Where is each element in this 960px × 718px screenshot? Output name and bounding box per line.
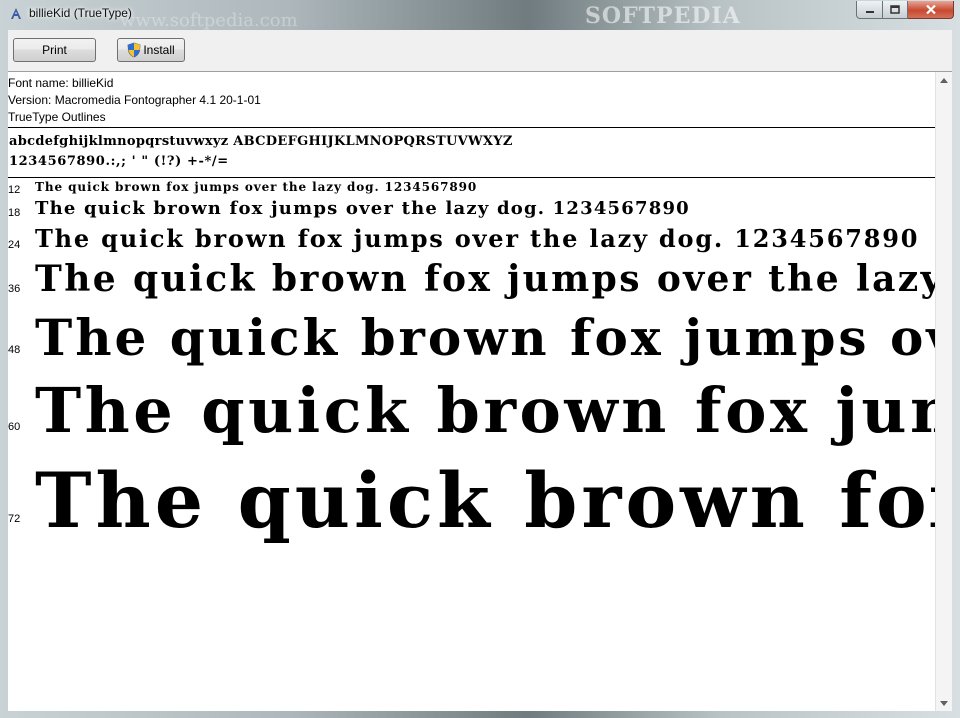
charset-digits-symbols: 1234567890.:,; ' " (!?) +-*/= [9, 154, 229, 169]
scroll-down-button[interactable] [936, 695, 952, 711]
app-window: billieKid (TrueType) www.softpedia.com S… [0, 0, 960, 718]
sample-text: The quick brown fox jumps over the lazy … [35, 198, 690, 219]
watermark: SOFTPEDIA [585, 3, 741, 29]
font-name-line: Font name: billieKid [8, 76, 114, 90]
charset-divider [8, 177, 936, 178]
toolbar: Print Install [8, 30, 952, 70]
font-version-line: Version: Macromedia Fontographer 4.1 20-… [8, 93, 261, 107]
minimize-button[interactable] [856, 1, 883, 19]
maximize-button[interactable] [883, 1, 908, 19]
scroll-up-button[interactable] [936, 72, 952, 88]
size-label: 18 [8, 207, 21, 219]
font-file-icon [11, 8, 21, 19]
size-label: 60 [8, 421, 21, 433]
sample-text: The quick brown fox jumps over the lazy … [35, 180, 478, 194]
window-title: billieKid (TrueType) [29, 6, 132, 20]
vertical-scrollbar[interactable] [935, 72, 952, 711]
close-button[interactable] [908, 1, 954, 19]
caption-buttons [856, 1, 954, 19]
size-label: 12 [8, 184, 21, 196]
install-button-label: Install [143, 43, 175, 57]
sample-row-60: 60 The quick brown fox jumps over the la… [8, 374, 936, 458]
size-label: 48 [8, 344, 21, 356]
sample-text: The quick brown fox jumps over the lazy … [35, 258, 936, 300]
scroll-up-arrow-icon [940, 77, 948, 83]
sample-row-24: 24 The quick brown fox jumps over the la… [8, 224, 936, 260]
scroll-down-arrow-icon [940, 700, 948, 706]
sample-text: The quick brown fox jumps over the lazy … [35, 374, 936, 447]
font-preview-pane: Font name: billieKid Version: Macromedia… [8, 71, 952, 711]
sample-row-36: 36 The quick brown fox jumps over the la… [8, 258, 936, 310]
close-icon [925, 4, 936, 15]
charset-letters: abcdefghijklmnopqrstuvwxyz ABCDEFGHIJKLM… [9, 134, 513, 149]
sample-row-72: 72 The quick brown fox jumps over the la… [8, 456, 936, 556]
sample-text: The quick brown fox jumps over the lazy … [35, 456, 936, 545]
print-button-label: Print [42, 43, 67, 57]
uac-shield-icon [127, 42, 141, 58]
client-area: Print Install Font name: billieKid Versi… [8, 30, 952, 711]
sample-text: The quick brown fox jumps over the lazy … [35, 224, 920, 253]
maximize-icon [890, 4, 900, 14]
minimize-icon [865, 10, 874, 13]
sample-row-18: 18 The quick brown fox jumps over the la… [8, 198, 936, 224]
size-label: 24 [8, 239, 21, 251]
size-label: 36 [8, 283, 21, 295]
title-bar[interactable]: billieKid (TrueType) www.softpedia.com S… [0, 0, 960, 31]
size-label: 72 [8, 513, 21, 525]
sample-row-48: 48 The quick brown fox jumps over the la… [8, 308, 936, 376]
print-button[interactable]: Print [13, 38, 96, 62]
install-button[interactable]: Install [117, 38, 185, 62]
font-info: Font name: billieKid Version: Macromedia… [8, 75, 261, 126]
sample-text: The quick brown fox jumps over the lazy … [35, 308, 936, 367]
info-divider [8, 127, 936, 128]
watermark-url: www.softpedia.com [120, 10, 298, 31]
font-outline-line: TrueType Outlines [8, 110, 106, 124]
sample-row-12: 12 The quick brown fox jumps over the la… [8, 180, 936, 198]
